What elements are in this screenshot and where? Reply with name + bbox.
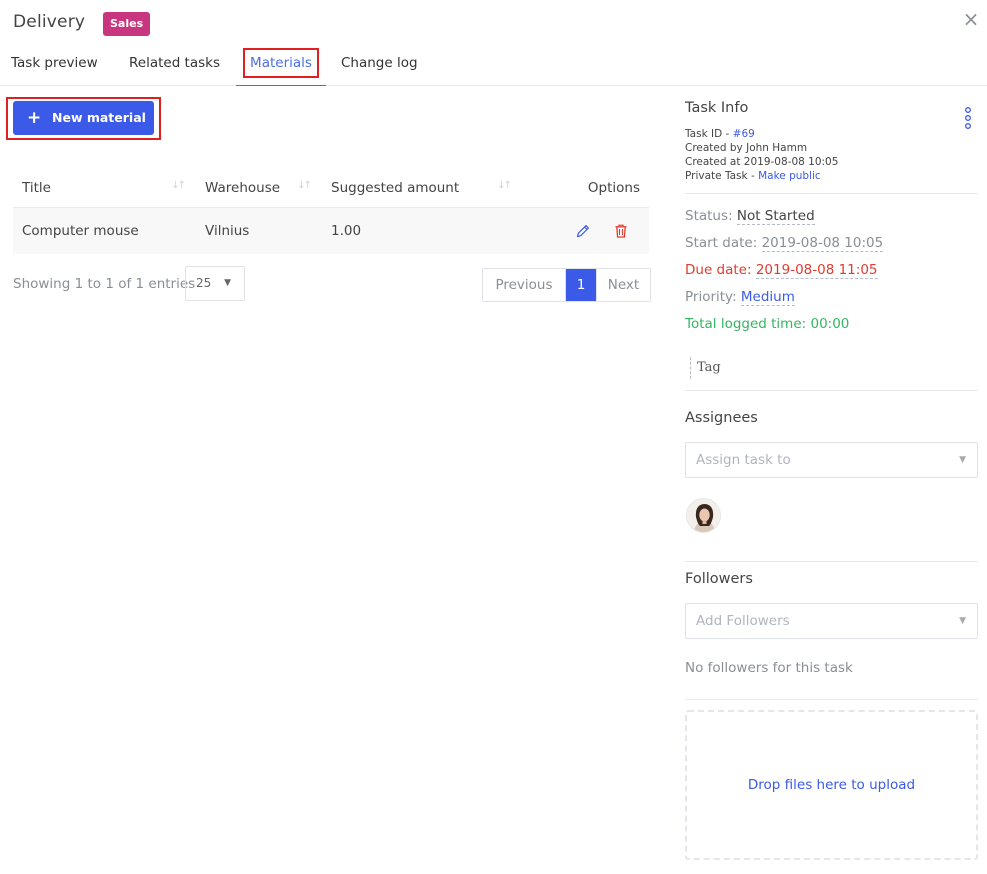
task-info-title: Task Info (685, 100, 749, 116)
column-header-suggested-amount[interactable]: Suggested amount ↓↑ (322, 169, 522, 208)
new-material-button[interactable]: + New material (13, 101, 154, 135)
task-meta: Task ID - #69 Created by John Hamm Creat… (685, 127, 838, 183)
file-dropzone[interactable]: Drop files here to upload (685, 710, 978, 860)
assign-task-placeholder: Assign task to (696, 452, 791, 468)
no-followers-text: No followers for this task (685, 660, 853, 676)
pagination: Previous 1 Next (482, 268, 651, 302)
tab-materials[interactable]: Materials (236, 44, 326, 86)
tab-related-tasks[interactable]: Related tasks (129, 44, 220, 86)
private-task-line: Private Task - Make public (685, 170, 821, 182)
cell-warehouse: Vilnius (196, 207, 322, 254)
task-info-sidebar: Task Info Task ID - #69 Created by John … (685, 87, 978, 874)
add-followers-select[interactable]: Add Followers ▼ (685, 603, 978, 639)
assign-task-select[interactable]: Assign task to ▼ (685, 442, 978, 478)
column-header-title[interactable]: Title ↓↑ (13, 169, 196, 208)
task-id-link[interactable]: #69 (733, 128, 755, 140)
chevron-down-icon: ▼ (224, 278, 231, 288)
sort-icon: ↓↑ (297, 180, 312, 191)
created-at: Created at 2019-08-08 10:05 (685, 156, 839, 168)
assignees-title: Assignees (685, 410, 758, 426)
cell-amount: 1.00 (322, 207, 522, 254)
start-date-field: Start date: 2019-08-08 10:05 (685, 235, 884, 252)
due-date-field: Due date: 2019-08-08 11:05 (685, 262, 878, 279)
sort-icon: ↓↑ (171, 180, 186, 191)
chevron-down-icon: ▼ (959, 455, 966, 465)
tag-input[interactable]: Tag (690, 357, 721, 379)
due-date-value[interactable]: 2019-08-08 11:05 (755, 262, 878, 279)
page-size-select[interactable]: 25 ▼ (185, 266, 245, 301)
make-public-link[interactable]: Make public (758, 170, 821, 182)
avatar[interactable] (686, 498, 721, 533)
divider (685, 193, 978, 194)
close-icon[interactable]: × (961, 9, 981, 29)
add-followers-placeholder: Add Followers (696, 613, 790, 629)
chevron-down-icon: ▼ (959, 616, 966, 626)
priority-value[interactable]: Medium (740, 289, 795, 306)
divider (685, 390, 978, 391)
modal-header: Delivery Sales × Task preview Related ta… (0, 0, 987, 86)
task-title: Delivery (13, 12, 86, 32)
new-material-label: New material (52, 110, 146, 125)
table-info-text: Showing 1 to 1 of 1 entries (13, 276, 196, 292)
task-id-line: Task ID - #69 (685, 128, 755, 140)
dropzone-label: Drop files here to upload (747, 777, 916, 793)
start-date-value[interactable]: 2019-08-08 10:05 (761, 235, 884, 252)
tab-materials-label: Materials (243, 48, 319, 78)
page-size-value: 25 (196, 276, 212, 290)
materials-panel: + New material Title ↓↑ Warehouse ↓↑ Sugge… (0, 87, 660, 874)
more-vertical-icon[interactable] (964, 107, 972, 129)
category-badge: Sales (103, 12, 151, 36)
pagination-page-current[interactable]: 1 (566, 269, 596, 301)
priority-field: Priority: Medium (685, 289, 795, 306)
tab-task-preview[interactable]: Task preview (11, 44, 98, 86)
followers-title: Followers (685, 571, 753, 587)
materials-table: Title ↓↑ Warehouse ↓↑ Suggested amount ↓↑ O… (13, 169, 649, 254)
table-row: Computer mouse Vilnius 1.00 (13, 207, 649, 254)
tab-change-log[interactable]: Change log (341, 44, 418, 86)
pagination-next[interactable]: Next (596, 269, 650, 301)
status-field: Status: Not Started (685, 208, 815, 225)
column-header-options: Options (522, 169, 649, 208)
pagination-previous[interactable]: Previous (483, 269, 566, 301)
column-header-warehouse[interactable]: Warehouse ↓↑ (196, 169, 322, 208)
cell-options (522, 207, 649, 254)
created-by: Created by John Hamm (685, 142, 808, 154)
plus-icon: + (27, 108, 42, 128)
divider (685, 699, 978, 700)
total-logged-time: Total logged time: 00:00 (685, 316, 850, 332)
pencil-icon[interactable] (575, 223, 591, 239)
table-header-row: Title ↓↑ Warehouse ↓↑ Suggested amount ↓↑ O… (13, 169, 649, 208)
cell-title: Computer mouse (13, 207, 196, 254)
sort-icon: ↓↑ (497, 180, 512, 191)
trash-icon[interactable] (613, 223, 629, 239)
status-value[interactable]: Not Started (736, 208, 815, 225)
divider (685, 561, 978, 562)
